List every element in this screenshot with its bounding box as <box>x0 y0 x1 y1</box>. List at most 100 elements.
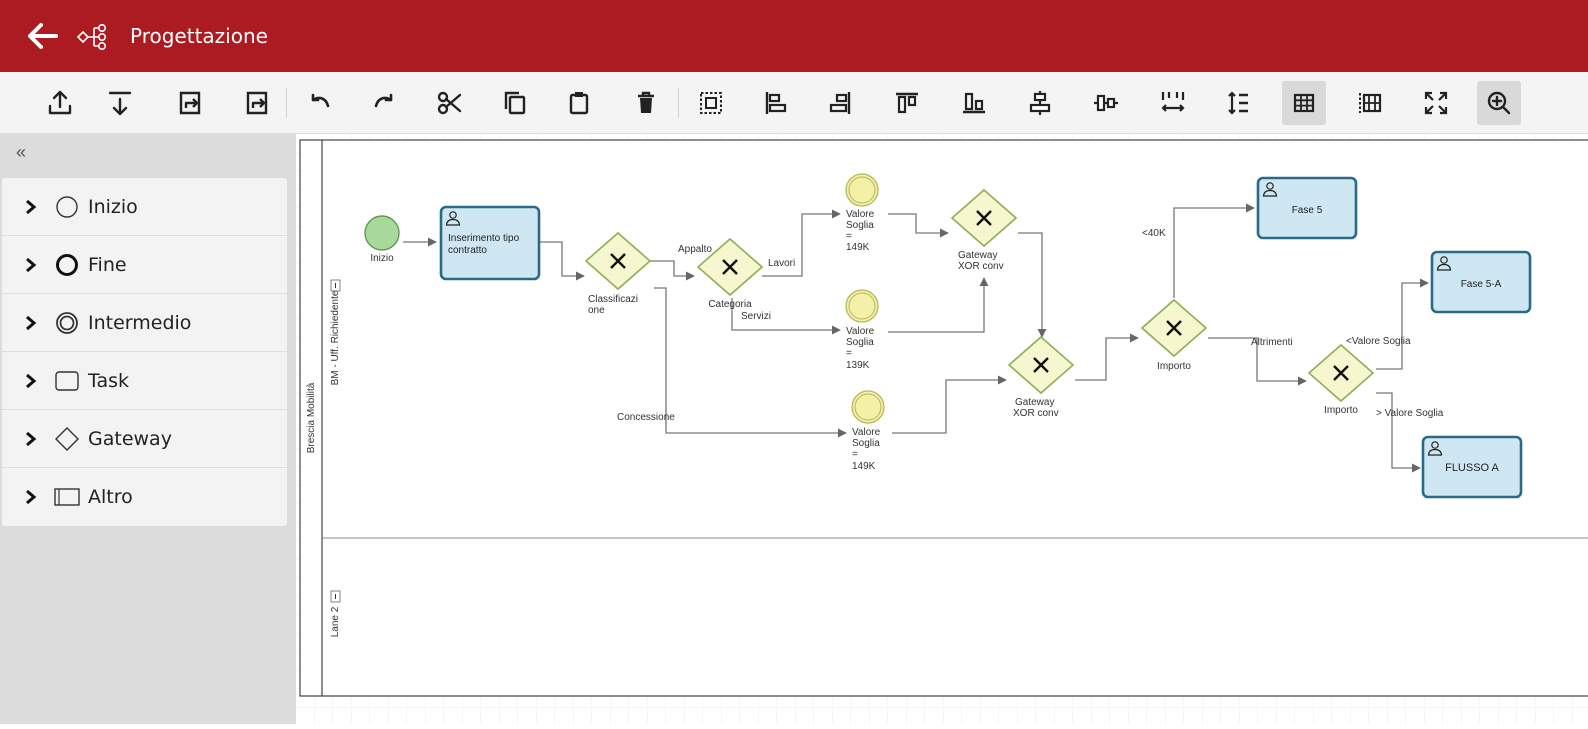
toolbar <box>0 72 1588 134</box>
event-label: Soglia <box>852 438 880 449</box>
gateway-label: Gateway <box>1015 397 1054 408</box>
toolbar-separator <box>286 88 287 118</box>
lane-label: Lane 2 <box>330 606 341 637</box>
gateway-label: XOR conv <box>958 261 1004 272</box>
event-label: = <box>852 449 858 460</box>
copy-button[interactable] <box>493 81 537 125</box>
align-right-icon <box>829 92 851 114</box>
grid-toggle-button[interactable] <box>1282 81 1326 125</box>
event-label: = <box>846 348 852 359</box>
event-label: 139K <box>846 360 870 371</box>
pool-label: Brescia Mobilità <box>306 382 317 453</box>
columns-icon <box>1359 93 1382 113</box>
flow-label: Servizi <box>741 311 771 322</box>
chevron-right-icon <box>26 373 37 388</box>
lane-label: BM - Uff. Richiedente <box>330 290 341 385</box>
back-arrow-icon[interactable] <box>26 20 60 52</box>
start-event-label: Inizio <box>370 253 394 264</box>
intermediate-event-valore-soglia-149k[interactable] <box>845 173 879 207</box>
align-middle-button[interactable] <box>1084 81 1128 125</box>
undo-button[interactable] <box>298 81 342 125</box>
circle-thick-icon <box>56 253 78 276</box>
lane-layout-button[interactable] <box>1348 81 1392 125</box>
chevron-right-icon <box>26 431 37 446</box>
fullscreen-button[interactable] <box>1414 81 1458 125</box>
palette-item-intermedio[interactable]: Intermedio <box>2 294 287 352</box>
collapse-sidebar-button[interactable]: « <box>16 142 26 163</box>
distribute-horizontal-button[interactable] <box>1151 81 1195 125</box>
align-top-icon <box>896 92 918 114</box>
export-xml-button[interactable] <box>235 81 279 125</box>
chevron-right-icon <box>26 315 37 330</box>
palette-item-altro[interactable]: Altro <box>2 468 287 526</box>
align-top-button[interactable] <box>885 81 929 125</box>
flow-label: <40K <box>1142 228 1166 239</box>
delete-button[interactable] <box>624 81 668 125</box>
chevron-right-icon <box>26 199 37 214</box>
upload-icon <box>48 90 72 115</box>
palette-item-label: Inizio <box>88 195 138 218</box>
flow-label: Concessione <box>617 412 675 423</box>
copy-icon <box>504 91 526 115</box>
paste-button[interactable] <box>557 81 601 125</box>
select-all-icon <box>700 92 722 114</box>
event-label: Valore <box>852 427 881 438</box>
redo-button[interactable] <box>362 81 406 125</box>
event-label: Valore <box>846 209 875 220</box>
align-bottom-icon <box>963 92 985 114</box>
event-label: 149K <box>846 242 870 253</box>
palette-item-label: Intermedio <box>88 311 192 334</box>
align-center-button[interactable] <box>1018 81 1062 125</box>
task-label: FLUSSO A <box>1445 462 1499 474</box>
align-bottom-button[interactable] <box>952 81 996 125</box>
intermediate-event-valore-soglia-149k-concessione[interactable] <box>851 390 885 424</box>
redo-icon <box>374 93 393 108</box>
intermediate-event-valore-soglia-139k[interactable] <box>845 289 879 323</box>
align-left-button[interactable] <box>754 81 798 125</box>
align-middle-vertical-icon <box>1094 94 1118 112</box>
diagram-canvas[interactable]: Brescia Mobilità BM - Uff. Richiedente L… <box>296 134 1588 724</box>
gateway-label: Classificazi <box>588 294 638 305</box>
export-upload-button[interactable] <box>38 81 82 125</box>
zoom-in-icon <box>1487 91 1511 115</box>
cut-button[interactable] <box>428 81 472 125</box>
circle-thin-icon <box>56 195 78 218</box>
share-export-icon <box>179 91 201 115</box>
gateway-label: Importo <box>1324 405 1358 416</box>
undo-icon <box>311 93 330 108</box>
flow-label: Altrimenti <box>1251 337 1293 348</box>
gateway-label: XOR conv <box>1013 408 1059 419</box>
start-event[interactable] <box>364 215 400 251</box>
bpmn-diagram[interactable]: Brescia Mobilità BM - Uff. Richiedente L… <box>296 134 1588 724</box>
align-right-button[interactable] <box>818 81 862 125</box>
select-all-button[interactable] <box>689 81 733 125</box>
chevron-right-icon <box>26 489 37 505</box>
export-image-button[interactable] <box>168 81 212 125</box>
distribute-horizontal-icon <box>1161 92 1185 112</box>
chevron-right-icon <box>26 257 37 272</box>
share-export-icon <box>246 91 268 115</box>
page-title: Progettazione <box>130 24 268 48</box>
import-download-button[interactable] <box>98 81 142 125</box>
rect-icon <box>54 488 80 506</box>
event-label: Soglia <box>846 337 874 348</box>
clipboard-icon <box>569 92 589 115</box>
zoom-in-button[interactable] <box>1477 81 1521 125</box>
event-label: Valore <box>846 326 875 337</box>
flow-label: > Valore Soglia <box>1376 408 1444 419</box>
gateway-label: Importo <box>1157 361 1191 372</box>
trash-icon <box>638 91 654 113</box>
gateway-label: Categoria <box>708 299 752 310</box>
palette-item-task[interactable]: Task <box>2 352 287 410</box>
scissors-icon <box>437 91 462 115</box>
flow-label: Lavori <box>768 258 795 269</box>
palette-item-inizio[interactable]: Inizio <box>2 178 287 236</box>
palette-item-fine[interactable]: Fine <box>2 236 287 294</box>
toolbar-separator <box>678 88 679 118</box>
palette-item-gateway[interactable]: Gateway <box>2 410 287 468</box>
event-label: 149K <box>852 461 876 472</box>
distribute-vertical-button[interactable] <box>1216 81 1260 125</box>
app-header: Progettazione <box>0 0 1588 72</box>
task-label: Fase 5-A <box>1461 279 1502 290</box>
palette-sidebar: « Inizio Fine Intermedio Task Gateway Al… <box>0 134 296 724</box>
